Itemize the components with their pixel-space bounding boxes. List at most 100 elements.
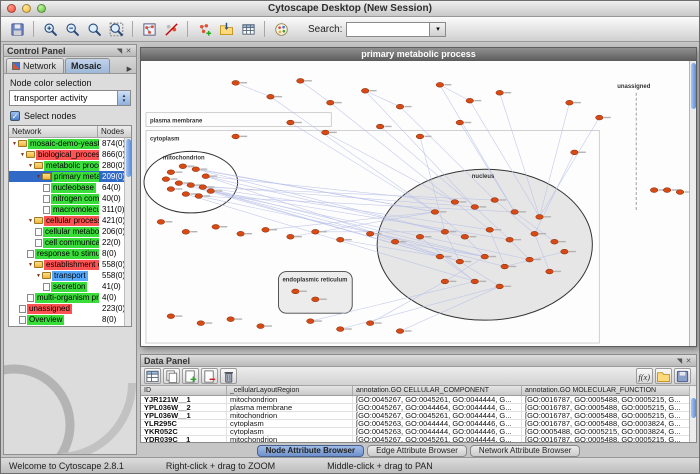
new-attribute-icon[interactable] — [182, 368, 199, 384]
tree-row[interactable]: Overview8(0) — [9, 314, 124, 325]
export-attributes-icon[interactable] — [674, 368, 691, 384]
graph-node[interactable] — [192, 167, 200, 172]
tree-row[interactable]: cell communica22(0) — [9, 237, 124, 248]
float-panel-icon[interactable]: ◥ — [115, 47, 124, 55]
table-cell[interactable]: [GO:0045267, GO:0045261, GO:0044444, G..… — [353, 412, 522, 419]
graph-node[interactable] — [199, 185, 207, 190]
vizmapper-icon[interactable] — [271, 19, 291, 39]
tree-column-network[interactable]: Network — [9, 126, 98, 137]
zoom-out-icon[interactable] — [62, 19, 82, 39]
table-cell[interactable]: [GO:0045267, GO:0044464, GO:0044444, G..… — [353, 404, 522, 411]
graph-node[interactable] — [336, 237, 344, 242]
graph-node[interactable] — [212, 224, 220, 229]
search-options-button[interactable]: ▾ — [430, 22, 446, 37]
table-cell[interactable]: [GO:0016787, GO:0005488, GO:0005215, G..… — [522, 404, 691, 411]
graph-node[interactable] — [182, 192, 190, 197]
table-cell[interactable]: cytoplasm — [227, 420, 353, 427]
tree-row[interactable]: ▼primary metab209(0) — [9, 171, 124, 182]
tree-row[interactable]: macromolecule311(0) — [9, 204, 124, 215]
tree-row[interactable]: secretion41(0) — [9, 281, 124, 292]
column-header[interactable]: _cellularLayoutRegion — [227, 386, 353, 395]
graph-node[interactable] — [486, 227, 494, 232]
graph-node[interactable] — [496, 284, 504, 289]
new-network-icon[interactable] — [194, 19, 214, 39]
tree-column-nodes[interactable]: Nodes — [98, 126, 131, 137]
formula-builder-icon[interactable]: f(x) — [636, 368, 653, 384]
tree-row[interactable]: ▼biological_process866(0) — [9, 149, 124, 160]
tree-row[interactable]: nucleobase64(0) — [9, 182, 124, 193]
graph-node[interactable] — [456, 120, 464, 125]
close-data-panel-icon[interactable]: ✕ — [684, 357, 693, 365]
search-input[interactable] — [346, 22, 430, 37]
graph-node[interactable] — [481, 254, 489, 259]
graph-node[interactable] — [461, 234, 469, 239]
expand-arrow-icon[interactable]: ▼ — [27, 262, 34, 268]
graph-node[interactable] — [441, 229, 449, 234]
graph-node[interactable] — [287, 120, 295, 125]
select-nodes-checkbox[interactable]: ✓ — [10, 111, 20, 121]
graph-node[interactable] — [416, 234, 424, 239]
table-scrollbar[interactable] — [689, 386, 696, 443]
graph-node[interactable] — [396, 104, 404, 109]
graph-node[interactable] — [162, 177, 170, 182]
graph-node[interactable] — [506, 237, 514, 242]
expand-arrow-icon[interactable]: ▼ — [11, 141, 18, 147]
graph-node[interactable] — [416, 134, 424, 139]
graph-node[interactable] — [336, 327, 344, 332]
network-view-title[interactable]: primary metabolic process — [141, 48, 696, 61]
column-header[interactable]: annotation.GO MOLECULAR_FUNCTION — [522, 386, 691, 395]
table-row[interactable]: YDR039C__1mitochondrion[GO:0045267, GO:0… — [141, 436, 696, 443]
tab-node-attribute-browser[interactable]: Node Attribute Browser — [257, 445, 365, 457]
table-cell[interactable]: YJR121W__1 — [141, 396, 227, 403]
graph-node[interactable] — [307, 319, 315, 324]
tree-row[interactable]: ▼mosaic-demo-yeast874(0) — [9, 138, 124, 149]
graph-node[interactable] — [237, 231, 245, 236]
graph-node[interactable] — [436, 82, 444, 87]
graph-node[interactable] — [232, 134, 240, 139]
graph-node[interactable] — [327, 100, 335, 105]
graph-node[interactable] — [663, 188, 671, 193]
save-session-icon[interactable] — [7, 19, 27, 39]
graph-node[interactable] — [431, 210, 439, 215]
graph-node[interactable] — [376, 124, 384, 129]
graph-node[interactable] — [179, 164, 187, 169]
expand-arrow-icon[interactable]: ▼ — [27, 163, 34, 169]
dropdown-spinner-icon[interactable]: ▲▼ — [117, 91, 130, 105]
graph-node[interactable] — [496, 90, 504, 95]
table-cell[interactable]: YDR039C__1 — [141, 436, 227, 443]
graph-node[interactable] — [441, 279, 449, 284]
tab-network[interactable]: Network — [6, 58, 64, 73]
table-cell[interactable]: [GO:0016787, GO:0005488, GO:0003824, G..… — [522, 420, 691, 427]
graph-node[interactable] — [232, 80, 240, 85]
tab-network-attribute-browser[interactable]: Network Attribute Browser — [470, 445, 580, 457]
graph-node[interactable] — [167, 314, 175, 319]
table-cell[interactable]: [GO:0045267, GO:0045261, GO:0044444, G..… — [353, 436, 522, 443]
graph-node[interactable] — [361, 88, 369, 93]
graph-node[interactable] — [287, 234, 295, 239]
expand-arrow-icon[interactable]: ▼ — [19, 152, 26, 158]
graph-node[interactable] — [571, 150, 579, 155]
graph-node[interactable] — [451, 200, 459, 205]
graph-node[interactable] — [471, 279, 479, 284]
graph-edge[interactable] — [365, 91, 400, 107]
attribute-copy-icon[interactable] — [163, 368, 180, 384]
tree-row[interactable]: ▼cellular process421(0) — [9, 215, 124, 226]
tree-row[interactable]: cellular metabo206(0) — [9, 226, 124, 237]
graph-node[interactable] — [561, 249, 569, 254]
network-scrollbar-thumb[interactable] — [691, 63, 696, 109]
graph-node[interactable] — [526, 257, 534, 262]
close-window-button[interactable] — [7, 4, 16, 13]
expand-arrow-icon[interactable]: ▼ — [35, 273, 42, 279]
attribute-select-icon[interactable] — [144, 368, 161, 384]
tab-mosaic[interactable]: Mosaic — [65, 58, 110, 73]
tab-overflow-button[interactable]: ▶ — [123, 65, 136, 73]
table-cell[interactable]: [GO:0045263, GO:0044444, GO:0044446, G..… — [353, 420, 522, 427]
graph-node[interactable] — [262, 227, 270, 232]
tree-scrollbar-thumb[interactable] — [126, 139, 131, 177]
graph-node[interactable] — [676, 190, 684, 195]
tab-edge-attribute-browser[interactable]: Edge Attribute Browser — [367, 445, 467, 457]
graph-node[interactable] — [391, 239, 399, 244]
graph-node[interactable] — [436, 254, 444, 259]
table-row[interactable]: YLR295Ccytoplasm[GO:0045263, GO:0044444,… — [141, 420, 696, 428]
network-graph[interactable]: plasma membranecytoplasmmitochondrionnuc… — [141, 61, 689, 346]
